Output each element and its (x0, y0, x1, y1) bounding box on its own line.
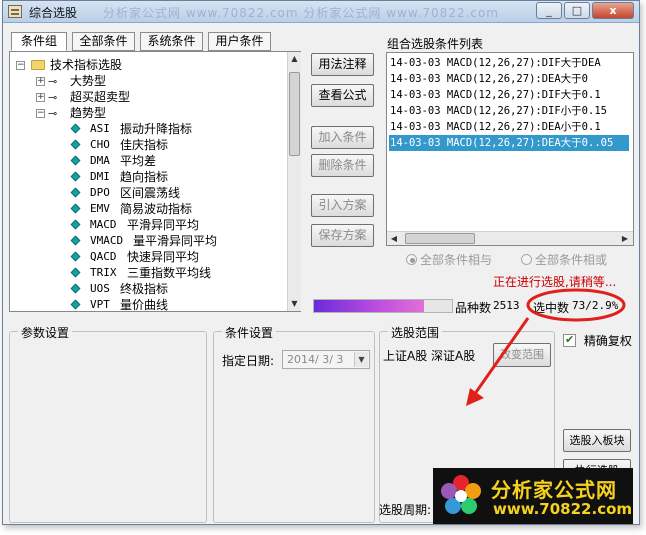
annotation-arrow-line (470, 317, 530, 399)
annotation-arrow-head (466, 388, 484, 406)
logo-title: 分析家公式网 (491, 478, 617, 502)
highlight-ellipse (526, 288, 626, 322)
flower-logo-icon (441, 475, 481, 514)
annotation-overlay (466, 288, 626, 406)
site-logo: 分析家公式网 www.70822.com (433, 468, 633, 524)
logo-url: www.70822.com (493, 500, 633, 518)
